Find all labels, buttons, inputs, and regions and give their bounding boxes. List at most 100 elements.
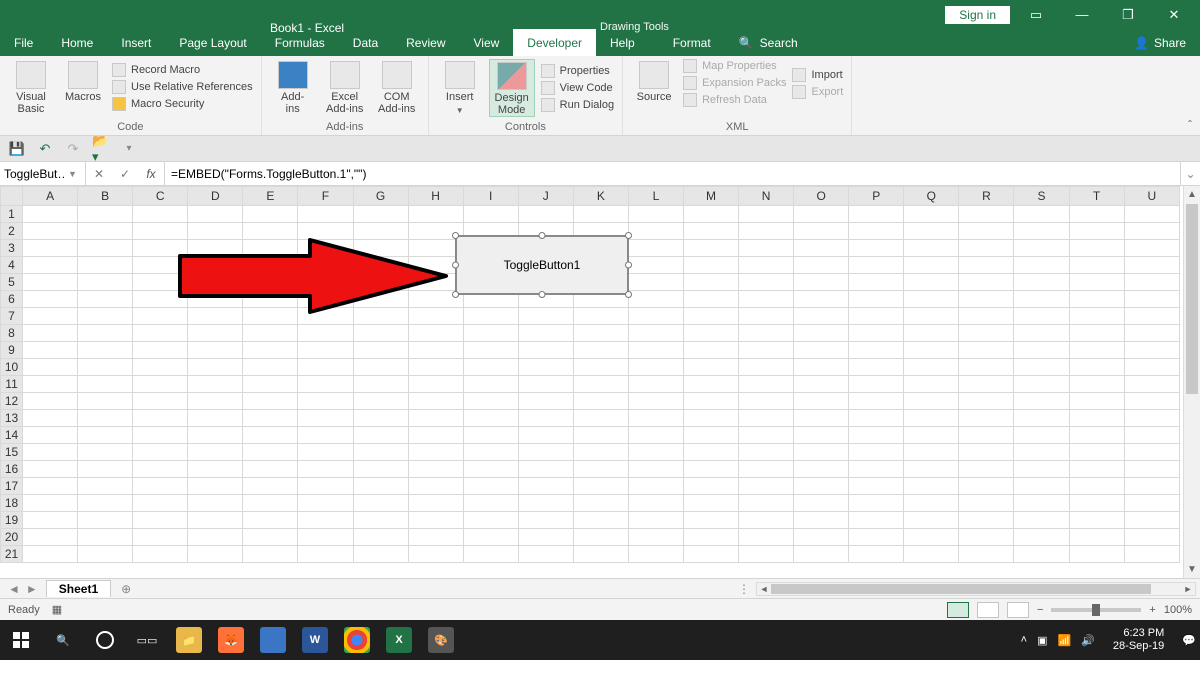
- cell-T21[interactable]: [1069, 546, 1124, 563]
- cell-U7[interactable]: [1124, 308, 1179, 325]
- cell-S20[interactable]: [1014, 529, 1069, 546]
- cell-F14[interactable]: [298, 427, 353, 444]
- cell-G20[interactable]: [353, 529, 408, 546]
- cell-U6[interactable]: [1124, 291, 1179, 308]
- cell-I13[interactable]: [463, 410, 518, 427]
- cell-A17[interactable]: [23, 478, 78, 495]
- tab-page-layout[interactable]: Page Layout: [165, 29, 260, 56]
- cell-T4[interactable]: [1069, 257, 1124, 274]
- zoom-out-button[interactable]: −: [1037, 604, 1043, 616]
- column-header-T[interactable]: T: [1069, 187, 1124, 206]
- cell-U3[interactable]: [1124, 240, 1179, 257]
- cell-A16[interactable]: [23, 461, 78, 478]
- tab-split-handle[interactable]: ⋮: [738, 582, 756, 596]
- cell-J13[interactable]: [518, 410, 573, 427]
- cell-M21[interactable]: [683, 546, 738, 563]
- cell-Q3[interactable]: [904, 240, 959, 257]
- cell-D11[interactable]: [188, 376, 243, 393]
- cell-H16[interactable]: [408, 461, 463, 478]
- cell-U5[interactable]: [1124, 274, 1179, 291]
- cell-D16[interactable]: [188, 461, 243, 478]
- cell-B4[interactable]: [78, 257, 133, 274]
- cell-D19[interactable]: [188, 512, 243, 529]
- row-header-6[interactable]: 6: [1, 291, 23, 308]
- cell-F15[interactable]: [298, 444, 353, 461]
- use-relative-refs-button[interactable]: Use Relative References: [112, 80, 253, 94]
- accept-formula-button[interactable]: ✓: [112, 167, 138, 181]
- tab-data[interactable]: Data: [339, 29, 392, 56]
- cell-D9[interactable]: [188, 342, 243, 359]
- column-header-G[interactable]: G: [353, 187, 408, 206]
- cell-G8[interactable]: [353, 325, 408, 342]
- cell-F1[interactable]: [298, 206, 353, 223]
- cell-U18[interactable]: [1124, 495, 1179, 512]
- cell-T9[interactable]: [1069, 342, 1124, 359]
- cell-U13[interactable]: [1124, 410, 1179, 427]
- name-box-dropdown-icon[interactable]: ▼: [68, 169, 77, 179]
- cell-I14[interactable]: [463, 427, 518, 444]
- cell-S1[interactable]: [1014, 206, 1069, 223]
- cell-L12[interactable]: [628, 393, 683, 410]
- column-header-B[interactable]: B: [78, 187, 133, 206]
- cell-R9[interactable]: [959, 342, 1014, 359]
- cell-M3[interactable]: [683, 240, 738, 257]
- row-header-18[interactable]: 18: [1, 495, 23, 512]
- cell-P1[interactable]: [849, 206, 904, 223]
- controls-insert-button[interactable]: Insert▼: [437, 59, 483, 117]
- cell-I16[interactable]: [463, 461, 518, 478]
- cell-E15[interactable]: [243, 444, 298, 461]
- cell-F11[interactable]: [298, 376, 353, 393]
- cell-D21[interactable]: [188, 546, 243, 563]
- cell-M18[interactable]: [683, 495, 738, 512]
- cell-R10[interactable]: [959, 359, 1014, 376]
- cell-H9[interactable]: [408, 342, 463, 359]
- column-header-J[interactable]: J: [518, 187, 573, 206]
- cell-K21[interactable]: [573, 546, 628, 563]
- cell-A4[interactable]: [23, 257, 78, 274]
- cell-J21[interactable]: [518, 546, 573, 563]
- cell-K7[interactable]: [573, 308, 628, 325]
- cell-L11[interactable]: [628, 376, 683, 393]
- cell-B2[interactable]: [78, 223, 133, 240]
- togglebutton-object[interactable]: ToggleButton1: [452, 232, 632, 298]
- cell-M19[interactable]: [683, 512, 738, 529]
- cell-M11[interactable]: [683, 376, 738, 393]
- cell-P19[interactable]: [849, 512, 904, 529]
- cell-P21[interactable]: [849, 546, 904, 563]
- addins-button[interactable]: Add- ins: [270, 59, 316, 115]
- insert-function-button[interactable]: fx: [138, 167, 164, 181]
- record-macro-button[interactable]: Record Macro: [112, 63, 253, 77]
- tell-me-search[interactable]: 🔍 Search: [725, 29, 812, 56]
- cell-G14[interactable]: [353, 427, 408, 444]
- cell-Q1[interactable]: [904, 206, 959, 223]
- cell-N9[interactable]: [739, 342, 794, 359]
- cell-T20[interactable]: [1069, 529, 1124, 546]
- cell-H10[interactable]: [408, 359, 463, 376]
- cell-Q2[interactable]: [904, 223, 959, 240]
- cell-M10[interactable]: [683, 359, 738, 376]
- cell-C19[interactable]: [133, 512, 188, 529]
- cell-T5[interactable]: [1069, 274, 1124, 291]
- undo-button[interactable]: ↶: [36, 140, 54, 158]
- row-header-8[interactable]: 8: [1, 325, 23, 342]
- cell-N20[interactable]: [739, 529, 794, 546]
- task-view-button[interactable]: ▭▭: [126, 620, 168, 660]
- cell-B21[interactable]: [78, 546, 133, 563]
- cell-C11[interactable]: [133, 376, 188, 393]
- com-addins-button[interactable]: COM Add-ins: [374, 59, 420, 115]
- row-header-16[interactable]: 16: [1, 461, 23, 478]
- cell-O8[interactable]: [794, 325, 849, 342]
- tab-view[interactable]: View: [460, 29, 514, 56]
- cell-N21[interactable]: [739, 546, 794, 563]
- cell-R18[interactable]: [959, 495, 1014, 512]
- view-code-button[interactable]: View Code: [541, 81, 614, 95]
- cell-J9[interactable]: [518, 342, 573, 359]
- cell-U15[interactable]: [1124, 444, 1179, 461]
- resize-handle-n[interactable]: [539, 232, 546, 239]
- cell-B1[interactable]: [78, 206, 133, 223]
- cell-S11[interactable]: [1014, 376, 1069, 393]
- cell-Q4[interactable]: [904, 257, 959, 274]
- cell-Q15[interactable]: [904, 444, 959, 461]
- sign-in-button[interactable]: Sign in: [945, 6, 1010, 24]
- cell-F10[interactable]: [298, 359, 353, 376]
